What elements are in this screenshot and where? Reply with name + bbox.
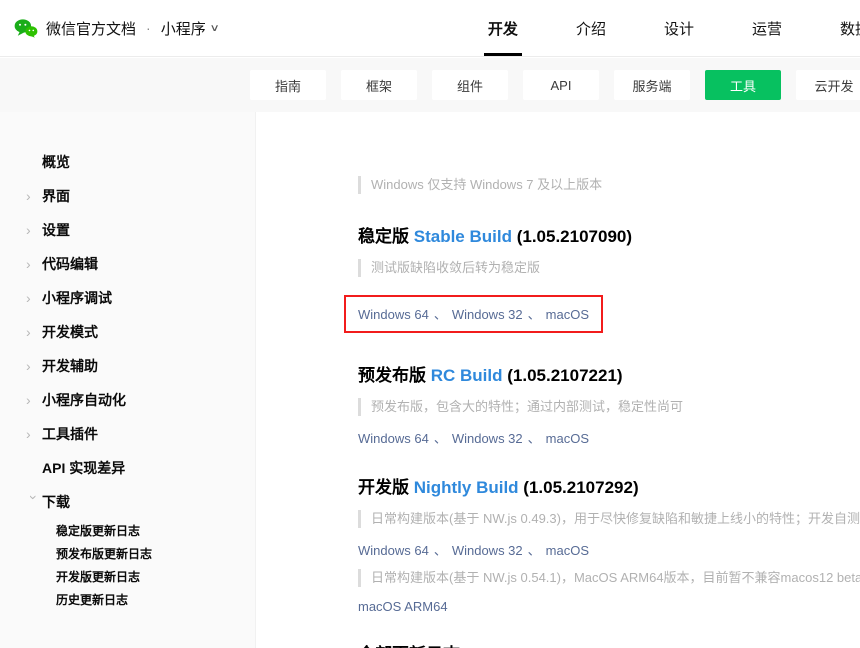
nav-item-develop[interactable]: 开发 (484, 0, 522, 56)
download-link-macos-arm64[interactable]: macOS ARM64 (358, 599, 448, 614)
section-title-nightly: 开发版 Nightly Build (1.05.2107292) (358, 473, 860, 498)
tab-cloud[interactable]: 云开发 (796, 70, 860, 100)
link-separator: 、 (434, 307, 447, 322)
nav-item-operation[interactable]: 运营 (748, 0, 786, 56)
chevron-right-icon (26, 291, 42, 305)
chevron-right-icon (26, 257, 42, 271)
download-link-windows32[interactable]: Windows 32 (452, 431, 523, 446)
sidebar-item-stable-changelog[interactable]: 稳定版更新日志 (0, 519, 255, 542)
download-link-windows64[interactable]: Windows 64 (358, 431, 429, 446)
section-title-rc: 预发布版 RC Build (1.05.2107221) (358, 361, 860, 386)
platform-label: 小程序 (161, 18, 206, 39)
section-nightly: 开发版 Nightly Build (1.05.2107292) 日常构建版本(… (358, 473, 860, 614)
tab-api[interactable]: API (523, 70, 599, 100)
link-separator: 、 (434, 543, 447, 558)
sidebar-item-dev-assist[interactable]: 开发辅助 (0, 349, 255, 383)
section-all-changelogs: 全部更新日志 全部更新日志 (358, 640, 860, 648)
nightly-note: 日常构建版本(基于 NW.js 0.49.3)，用于尽快修复缺陷和敏捷上线小的特… (358, 510, 860, 528)
sidebar-item-history-changelog[interactable]: 历史更新日志 (0, 588, 255, 611)
nightly-arm64-links: macOS ARM64 (358, 599, 860, 614)
main-content: Windows 仅支持 Windows 7 及以上版本 稳定版 Stable B… (256, 112, 860, 648)
stable-download-links: Windows 64 、 Windows 32 、 macOS (358, 307, 589, 322)
tab-framework[interactable]: 框架 (341, 70, 417, 100)
chevron-right-icon (26, 393, 42, 407)
sidebar: 概览 界面 设置 代码编辑 小程序调试 开发模式 开发辅助 小程序自动化 工具插… (0, 112, 256, 648)
title-separator-dot: · (146, 20, 151, 36)
nav-item-data[interactable]: 数据 (836, 0, 860, 56)
download-link-windows64[interactable]: Windows 64 (358, 307, 429, 322)
subnav-tabs: 指南 框架 组件 API 服务端 工具 云开发 (0, 58, 860, 112)
chevron-right-icon (26, 427, 42, 441)
nav-item-intro[interactable]: 介绍 (572, 0, 610, 56)
sidebar-item-overview[interactable]: 概览 (0, 145, 255, 179)
highlight-box: Windows 64 、 Windows 32 、 macOS (344, 295, 603, 333)
header-nav: 开发 介绍 设计 运营 数据 (484, 0, 860, 56)
link-separator: 、 (528, 543, 541, 558)
sidebar-item-plugins[interactable]: 工具插件 (0, 417, 255, 451)
sidebar-item-api-diff[interactable]: API 实现差异 (0, 451, 255, 485)
nightly-arm64-note: 日常构建版本(基于 NW.js 0.54.1)，MacOS ARM64版本，目前… (358, 569, 860, 587)
tab-guide[interactable]: 指南 (250, 70, 326, 100)
download-link-windows32[interactable]: Windows 32 (452, 307, 523, 322)
wechat-logo-icon (14, 18, 38, 39)
chevron-right-icon (26, 189, 42, 203)
section-title-all-changelogs: 全部更新日志 (358, 640, 860, 648)
link-separator: 、 (528, 307, 541, 322)
platform-switcher[interactable]: 小程序 ∨ (161, 18, 218, 39)
rc-download-links: Windows 64 、 Windows 32 、 macOS (358, 428, 860, 447)
download-link-windows64[interactable]: Windows 64 (358, 543, 429, 558)
chevron-down-icon (27, 495, 41, 511)
windows-support-note: Windows 仅支持 Windows 7 及以上版本 (358, 176, 860, 194)
rc-note: 预发布版，包含大的特性；通过内部测试，稳定性尚可 (358, 398, 860, 416)
link-separator: 、 (528, 431, 541, 446)
download-link-macos[interactable]: macOS (546, 307, 589, 322)
sidebar-item-nightly-changelog[interactable]: 开发版更新日志 (0, 565, 255, 588)
chevron-right-icon (26, 223, 42, 237)
stable-note: 测试版缺陷收敛后转为稳定版 (358, 259, 860, 277)
link-separator: 、 (434, 431, 447, 446)
chevron-right-icon (26, 359, 42, 373)
sidebar-item-rc-changelog[interactable]: 预发布版更新日志 (0, 542, 255, 565)
section-rc: 预发布版 RC Build (1.05.2107221) 预发布版，包含大的特性… (358, 361, 860, 447)
sidebar-item-interface[interactable]: 界面 (0, 179, 255, 213)
download-link-macos[interactable]: macOS (546, 543, 589, 558)
sidebar-item-dev-mode[interactable]: 开发模式 (0, 315, 255, 349)
tab-devtools[interactable]: 工具 (705, 70, 781, 100)
sidebar-item-settings[interactable]: 设置 (0, 213, 255, 247)
chevron-right-icon (26, 325, 42, 339)
section-title-stable: 稳定版 Stable Build (1.05.2107090) (358, 222, 860, 247)
nav-item-design[interactable]: 设计 (660, 0, 698, 56)
tab-component[interactable]: 组件 (432, 70, 508, 100)
sidebar-item-automation[interactable]: 小程序自动化 (0, 383, 255, 417)
download-link-windows32[interactable]: Windows 32 (452, 543, 523, 558)
download-link-macos[interactable]: macOS (546, 431, 589, 446)
section-stable: 稳定版 Stable Build (1.05.2107090) 测试版缺陷收敛后… (358, 222, 860, 335)
header: 微信官方文档 · 小程序 ∨ 开发 介绍 设计 运营 数据 (0, 0, 860, 57)
chevron-down-icon: ∨ (209, 23, 219, 34)
site-title: 微信官方文档 (46, 18, 136, 39)
header-left: 微信官方文档 · 小程序 ∨ (14, 0, 218, 56)
nightly-download-links: Windows 64 、 Windows 32 、 macOS (358, 540, 860, 559)
sidebar-item-download[interactable]: 下载 (0, 485, 255, 519)
sidebar-item-miniprogram-debug[interactable]: 小程序调试 (0, 281, 255, 315)
sidebar-item-code-edit[interactable]: 代码编辑 (0, 247, 255, 281)
tab-server[interactable]: 服务端 (614, 70, 690, 100)
